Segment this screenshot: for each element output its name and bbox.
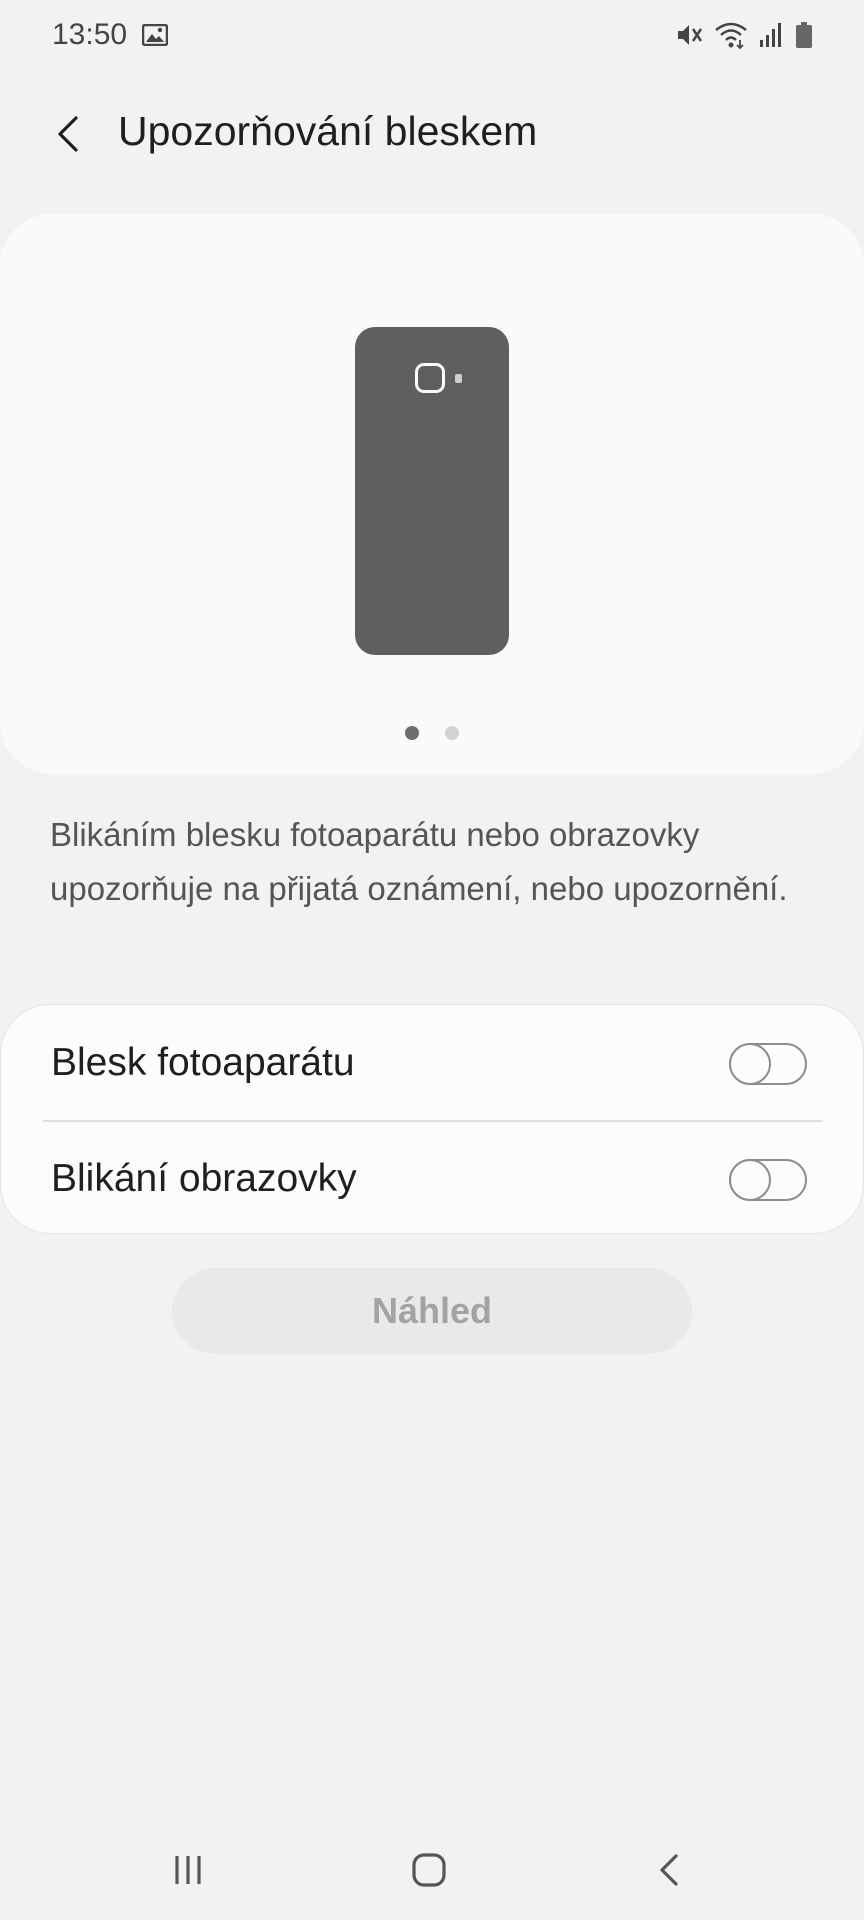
battery-icon (794, 20, 814, 50)
setting-camera-flash[interactable]: Blesk fotoaparátu (1, 1005, 864, 1119)
pager-dot-1[interactable] (405, 726, 419, 740)
status-time: 13:50 (52, 18, 128, 51)
screen-flash-toggle[interactable] (729, 1159, 807, 1201)
preview-button[interactable]: Náhled (172, 1268, 692, 1354)
status-icons (674, 20, 814, 50)
home-button[interactable] (389, 1840, 469, 1900)
back-arrow-icon (58, 116, 78, 152)
nav-back-button[interactable] (630, 1840, 710, 1900)
status-bar: 13:50 (0, 0, 864, 72)
settings-card: Blesk fotoaparátu Blikání obrazovky (0, 1004, 864, 1234)
toggle-knob (729, 1043, 771, 1085)
camera-lens-icon (415, 363, 445, 393)
back-button[interactable] (36, 102, 100, 166)
navigation-bar (0, 1820, 864, 1920)
phone-illustration (355, 327, 509, 655)
setting-screen-flash[interactable]: Blikání obrazovky (1, 1121, 864, 1235)
camera-flash-toggle[interactable] (729, 1043, 807, 1085)
app-bar: Upozorňování bleskem (0, 90, 864, 180)
recents-button[interactable] (148, 1840, 228, 1900)
illustration-card[interactable] (0, 214, 864, 774)
mute-icon (674, 20, 704, 50)
home-icon (412, 1853, 446, 1887)
page-title: Upozorňování bleskem (118, 108, 538, 154)
toggle-knob (729, 1159, 771, 1201)
gallery-icon (141, 23, 169, 47)
pager-dot-2[interactable] (445, 726, 459, 740)
pager-dots (0, 726, 864, 740)
signal-icon (758, 20, 784, 50)
recents-icon (175, 1856, 201, 1884)
wifi-icon (714, 20, 748, 50)
flash-icon (455, 374, 462, 383)
back-icon (660, 1854, 678, 1886)
setting-label: Blikání obrazovky (51, 1157, 357, 1200)
description-text: Blikáním blesku fotoaparátu nebo obrazov… (50, 816, 788, 907)
setting-label: Blesk fotoaparátu (51, 1041, 355, 1084)
